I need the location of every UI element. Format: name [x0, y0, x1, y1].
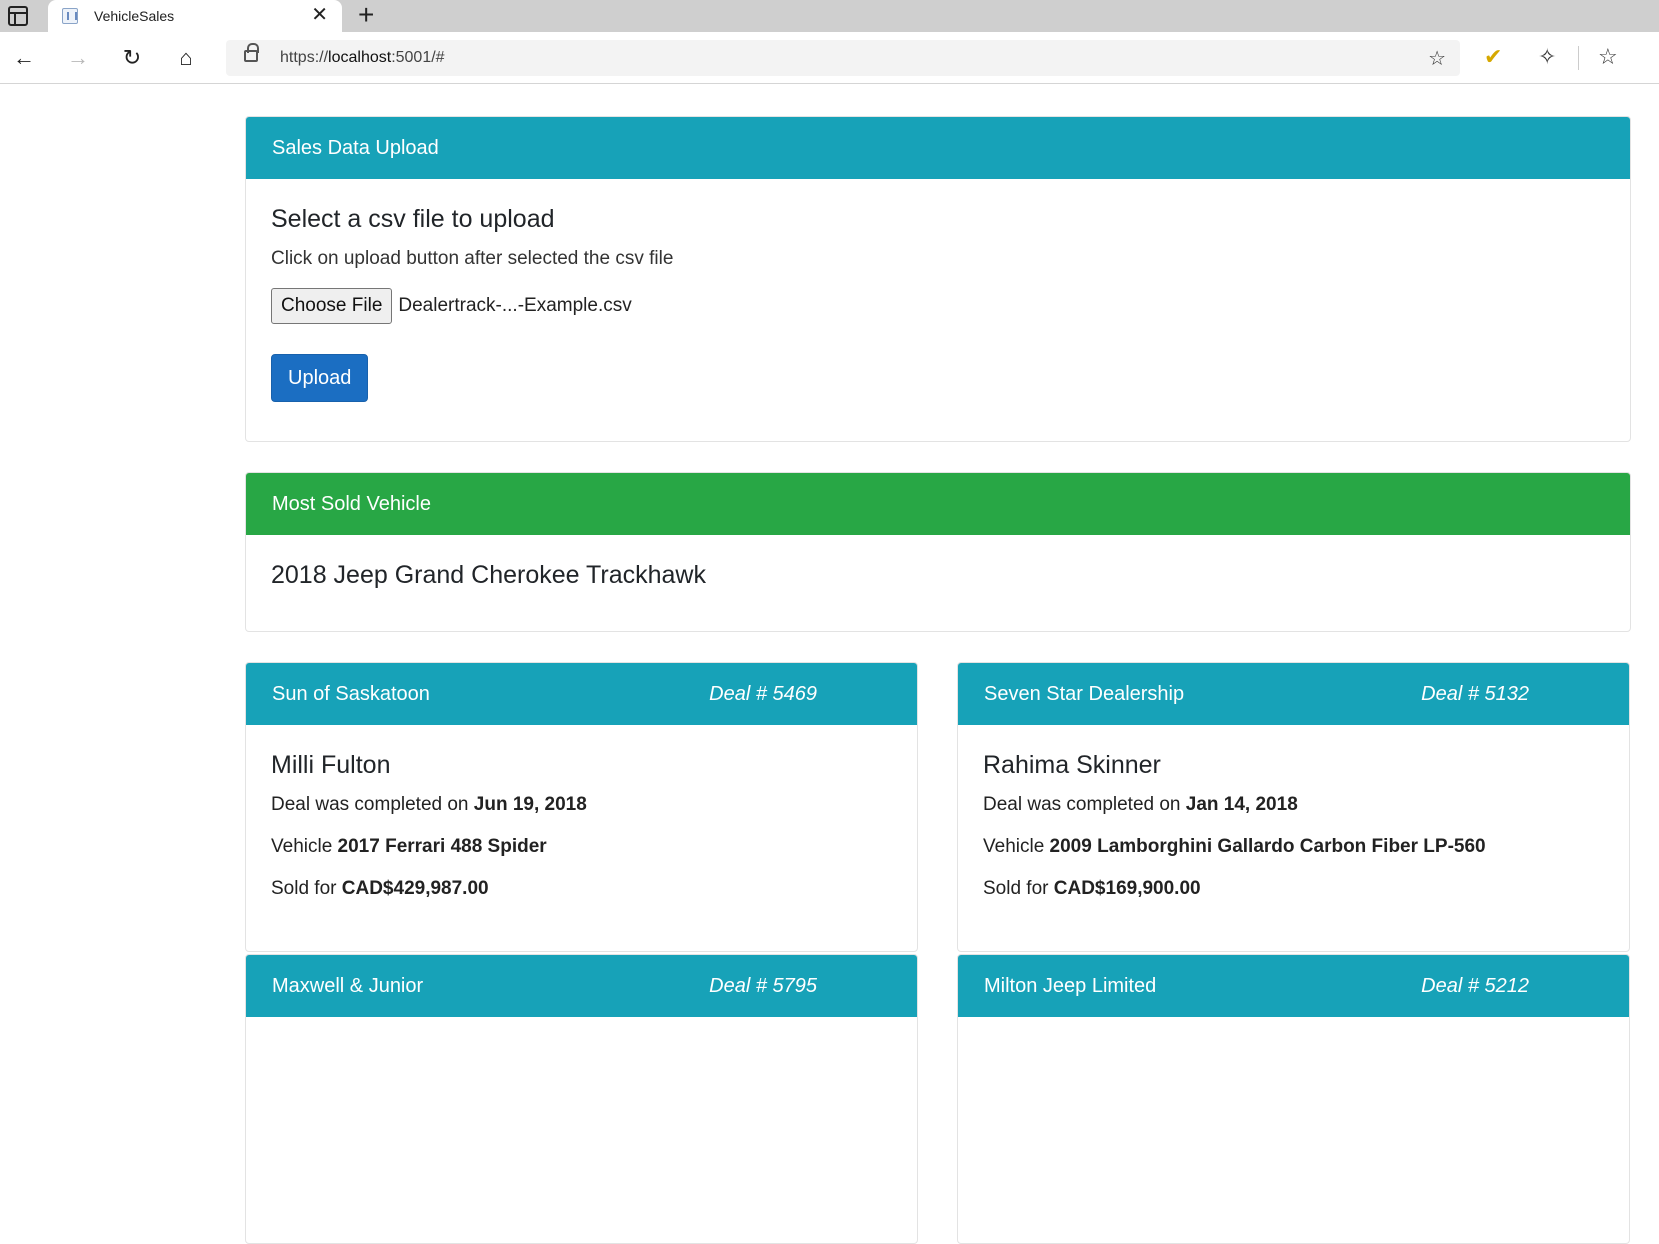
deals-grid: Sun of Saskatoon Deal # 5469 Milli Fulto… — [245, 662, 1631, 1244]
deal-number: Deal # 5795 — [709, 974, 817, 997]
customer-name: Rahima Skinner — [983, 751, 1161, 779]
most-sold-header-title: Most Sold Vehicle — [272, 492, 431, 515]
dealer-name: Maxwell & Junior — [272, 974, 424, 997]
extensions-puzzle-icon[interactable]: ✧ — [1538, 44, 1556, 70]
refresh-icon[interactable]: ↻ — [116, 42, 148, 74]
deal-date: Jan 14, 2018 — [1185, 794, 1298, 815]
file-input[interactable]: Choose File Dealertrack-...-Example.csv — [271, 288, 1605, 324]
tab-title: VehicleSales — [94, 8, 175, 24]
favorites-icon[interactable]: ☆ — [1598, 44, 1618, 70]
deal-card: Milton Jeep Limited Deal # 5212 — [957, 954, 1630, 1244]
back-icon[interactable]: ← — [8, 42, 40, 74]
page-favicon-icon — [62, 8, 78, 24]
deal-vehicle: 2009 Lamborghini Gallardo Carbon Fiber L… — [1049, 836, 1486, 857]
deal-card: Maxwell & Junior Deal # 5795 — [245, 954, 918, 1244]
deal-card-body — [958, 1017, 1629, 1243]
most-sold-vehicle: 2018 Jeep Grand Cherokee Trackhawk — [271, 561, 706, 589]
deal-card-body: Milli Fulton Deal was completed on Jun 1… — [246, 725, 917, 951]
extension-check-icon[interactable]: ✔ — [1484, 44, 1502, 70]
deal-price: CAD$169,900.00 — [1053, 878, 1201, 899]
deal-vehicle: 2017 Ferrari 488 Spider — [337, 836, 547, 857]
browser-toolbar: ← → ↻ ⌂ https://localhost:5001/# ☆ ✔ ✧ ☆ — [0, 32, 1659, 84]
close-tab-icon[interactable]: ✕ — [311, 4, 328, 26]
upload-button[interactable]: Upload — [271, 354, 369, 402]
deal-card: Sun of Saskatoon Deal # 5469 Milli Fulto… — [245, 662, 918, 952]
customer-name: Milli Fulton — [271, 751, 391, 779]
deal-card-header: Sun of Saskatoon Deal # 5469 — [246, 663, 917, 725]
browser-tab[interactable]: VehicleSales ✕ — [48, 0, 342, 32]
add-favorite-icon[interactable]: ☆ — [1428, 46, 1446, 71]
upload-subtitle: Click on upload button after selected th… — [271, 248, 674, 269]
deal-card-header: Maxwell & Junior Deal # 5795 — [246, 955, 917, 1017]
upload-card: Sales Data Upload Select a csv file to u… — [245, 116, 1631, 442]
toolbar-divider — [1578, 46, 1579, 70]
home-icon[interactable]: ⌂ — [170, 42, 202, 74]
forward-icon[interactable]: → — [62, 42, 94, 74]
upload-card-header: Sales Data Upload — [246, 117, 1630, 179]
most-sold-body: 2018 Jeep Grand Cherokee Trackhawk — [246, 535, 1630, 631]
deal-price-line: Sold for CAD$429,987.00 — [271, 878, 489, 899]
most-sold-header: Most Sold Vehicle — [246, 473, 1630, 535]
selected-file-name: Dealertrack-...-Example.csv — [398, 295, 632, 316]
deal-date-line: Deal was completed on Jun 19, 2018 — [271, 794, 587, 815]
lock-icon[interactable] — [244, 43, 259, 62]
deal-number: Deal # 5469 — [709, 682, 817, 705]
deal-vehicle-line: Vehicle 2017 Ferrari 488 Spider — [271, 836, 547, 857]
deal-date-line: Deal was completed on Jan 14, 2018 — [983, 794, 1298, 815]
new-tab-icon[interactable]: + — [358, 0, 374, 30]
deal-number: Deal # 5132 — [1421, 682, 1529, 705]
deal-card-body: Rahima Skinner Deal was completed on Jan… — [958, 725, 1629, 951]
main-container: Sales Data Upload Select a csv file to u… — [245, 116, 1631, 1244]
upload-header-title: Sales Data Upload — [272, 136, 439, 159]
deal-card-header: Milton Jeep Limited Deal # 5212 — [958, 955, 1629, 1017]
most-sold-card: Most Sold Vehicle 2018 Jeep Grand Cherok… — [245, 472, 1631, 632]
upload-title: Select a csv file to upload — [271, 205, 555, 233]
dealer-name: Sun of Saskatoon — [272, 682, 430, 705]
choose-file-button[interactable]: Choose File — [271, 288, 393, 324]
browser-tab-bar: VehicleSales ✕ + — [0, 0, 1659, 32]
deal-number: Deal # 5212 — [1421, 974, 1529, 997]
deal-vehicle-line: Vehicle 2009 Lamborghini Gallardo Carbon… — [983, 836, 1486, 857]
address-bar[interactable]: https://localhost:5001/# ☆ — [226, 40, 1460, 76]
deal-card-body — [246, 1017, 917, 1243]
upload-card-body: Select a csv file to upload Click on upl… — [246, 179, 1630, 441]
dealer-name: Seven Star Dealership — [984, 682, 1185, 705]
deal-price: CAD$429,987.00 — [341, 878, 489, 899]
tab-actions-icon[interactable] — [8, 6, 28, 26]
dealer-name: Milton Jeep Limited — [984, 974, 1157, 997]
deal-card-header: Seven Star Dealership Deal # 5132 — [958, 663, 1629, 725]
deal-price-line: Sold for CAD$169,900.00 — [983, 878, 1201, 899]
deal-card: Seven Star Dealership Deal # 5132 Rahima… — [957, 662, 1630, 952]
deal-date: Jun 19, 2018 — [473, 794, 587, 815]
url-text[interactable]: https://localhost:5001/# — [280, 49, 445, 67]
